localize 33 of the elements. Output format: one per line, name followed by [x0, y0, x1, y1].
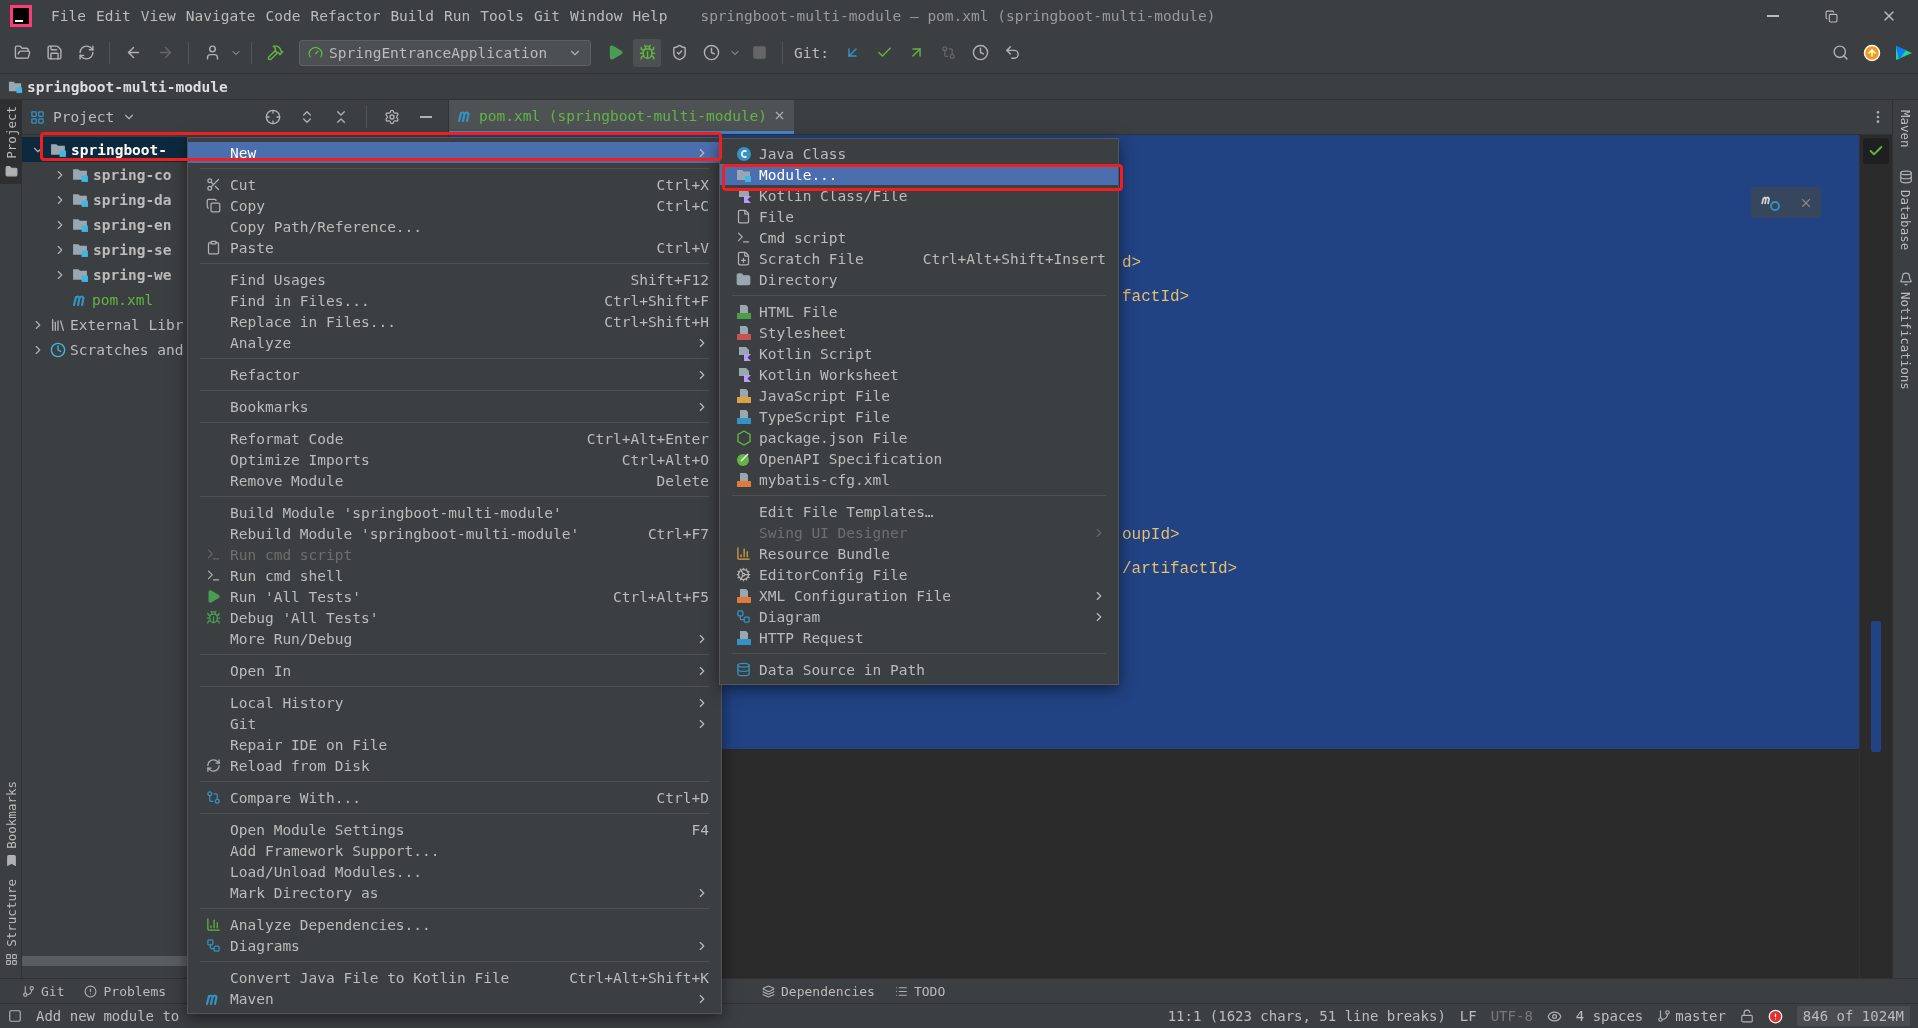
shortcut-label: Ctrl+D — [655, 789, 709, 806]
tree-item-label: pom.xml — [92, 291, 154, 308]
shortcut-label: Ctrl+V — [655, 239, 709, 256]
tree-item-label: spring-se — [93, 241, 172, 258]
shortcut-label: Ctrl+Alt+Shift+Insert — [921, 250, 1106, 267]
code-line: d> — [1122, 253, 1143, 274]
code-line: /artifactId> — [1122, 559, 1239, 580]
status-message: Add new module to — [36, 1008, 180, 1024]
shortcut-label: Ctrl+Alt+O — [620, 451, 709, 468]
code-line: oupId> — [1122, 525, 1181, 546]
shortcut-label: Ctrl+C — [655, 197, 709, 214]
tree-item-label: spring-we — [93, 266, 172, 283]
shortcut-label: Ctrl+Alt+Shift+K — [568, 969, 709, 986]
tree-item-label: spring-en — [93, 216, 172, 233]
tree-item-label: spring-da — [93, 191, 172, 208]
tree-item-label: Scratches and — [70, 341, 184, 358]
tree-item-label: spring-co — [93, 166, 172, 183]
file-encoding: UTF-8 — [1490, 1008, 1533, 1024]
shortcut-label: Ctrl+Alt+Enter — [585, 430, 709, 447]
tree-item-label: External Libr — [70, 316, 184, 333]
shortcut-label: Ctrl+Shift+F — [603, 292, 709, 309]
shortcut-label: Ctrl+Alt+F5 — [611, 588, 709, 605]
window-title: springboot-multi-module – pom.xml (springboot-multi-module) — [700, 8, 1217, 24]
git-label: Git: — [794, 44, 829, 61]
code-line: factId> — [1122, 287, 1191, 308]
breadcrumb: springboot-multi-module — [27, 78, 228, 95]
shortcut-label: Ctrl+X — [655, 176, 709, 193]
shortcut-label: F4 — [690, 821, 709, 838]
shortcut-label: Ctrl+Shift+H — [603, 313, 709, 330]
shortcut-label: Shift+F12 — [629, 271, 709, 288]
shortcut-label: Ctrl+F7 — [646, 525, 709, 542]
tree-item-label: springboot- — [71, 141, 168, 158]
shortcut-label: Delete — [655, 472, 709, 489]
